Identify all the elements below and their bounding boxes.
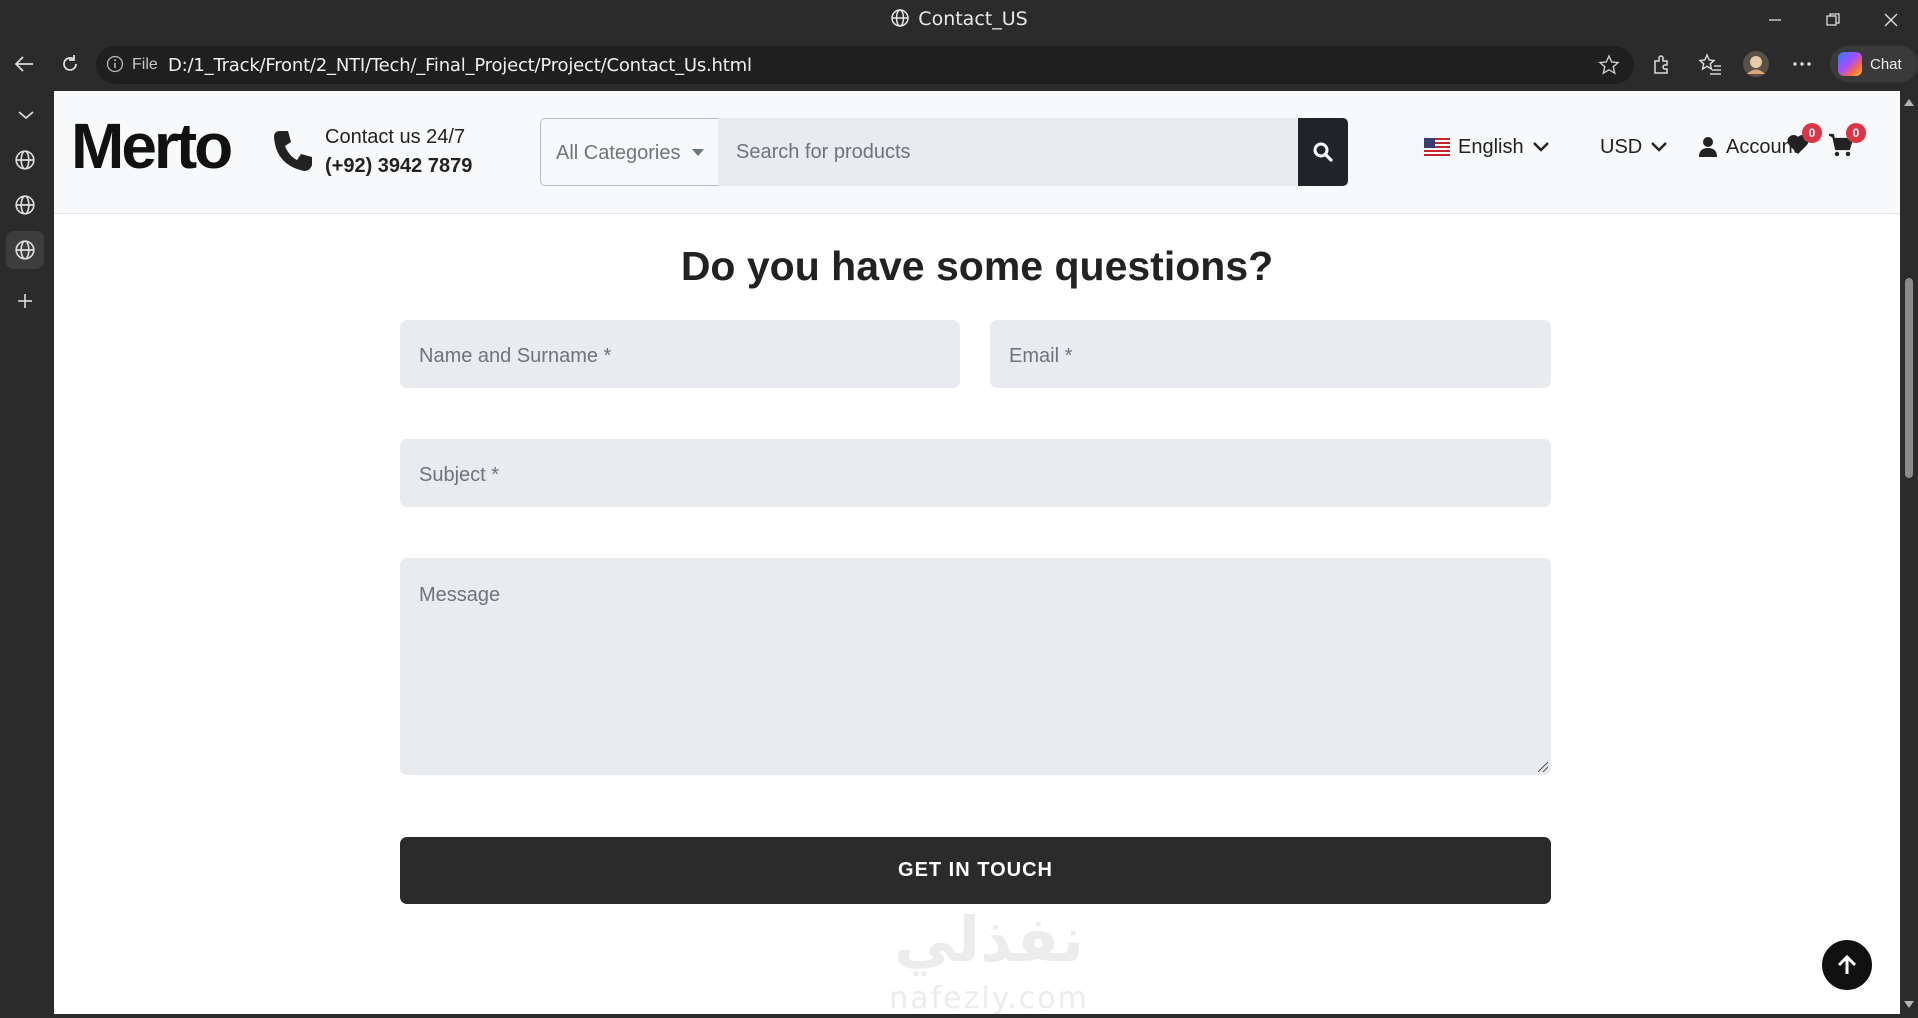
contact-label: Contact us 24/7 [325,126,466,148]
us-flag-icon [1424,138,1450,156]
profile-avatar[interactable] [1740,48,1772,80]
copilot-chat-button[interactable]: Chat [1830,46,1918,82]
globe-icon [15,195,35,215]
extensions-icon[interactable] [1646,48,1678,80]
more-icon[interactable] [1786,48,1818,80]
url-text[interactable]: D:/1_Track/Front/2_NTI/Tech/_Final_Proje… [168,55,752,76]
category-select[interactable]: All Categories [540,118,718,186]
scrollbar-thumb[interactable] [1905,278,1913,478]
watermark: نفذلي nafezly.com [849,903,1129,1014]
copilot-icon [1838,52,1862,76]
scroll-down-arrow-icon[interactable] [1904,1001,1914,1008]
watermark-latin: nafezly.com [889,981,1089,1014]
scroll-up-arrow-icon[interactable] [1904,99,1914,106]
favorites-icon[interactable] [1694,48,1726,80]
restore-button[interactable] [1818,6,1848,34]
chevron-down-icon [18,111,34,120]
contact-phone[interactable]: (+92) 3942 7879 [325,155,472,178]
account-link[interactable]: Account [1698,131,1798,163]
search-icon [1313,142,1333,162]
reload-button[interactable] [54,48,86,80]
watermark-arabic: نفذلي [894,903,1084,976]
wishlist-count-badge: 0 [1802,123,1822,143]
user-icon [1699,137,1717,157]
plus-icon [18,294,32,308]
globe-icon [15,240,35,260]
back-to-top-button[interactable] [1822,940,1872,990]
search-input[interactable]: Search for products [718,118,1298,186]
caret-down-icon [692,149,704,156]
close-window-button[interactable] [1876,6,1906,34]
globe-icon [890,8,910,33]
tab-globe-1[interactable] [6,141,44,179]
language-selector[interactable]: English [1424,131,1550,163]
arrow-up-icon [1837,954,1857,974]
minimize-button[interactable] [1760,6,1790,34]
star-icon[interactable] [1598,54,1620,81]
chevron-down-icon [1532,142,1549,152]
browser-toolbar: File D:/1_Track/Front/2_NTI/Tech/_Final_… [0,44,1918,84]
tab-globe-2[interactable] [6,186,44,224]
subject-input[interactable]: Subject * [400,439,1551,507]
message-textarea[interactable]: Message [400,558,1551,775]
address-bar[interactable]: File D:/1_Track/Front/2_NTI/Tech/_Final_… [96,46,1634,84]
get-in-touch-button[interactable]: GET IN TOUCH [400,837,1551,904]
info-icon[interactable] [106,55,124,78]
cart-count-badge: 0 [1846,123,1866,143]
new-tab-button[interactable] [6,282,44,320]
url-scheme-label: File [132,56,158,73]
tab-globe-active[interactable] [6,231,44,269]
site-logo[interactable]: Merto [71,109,233,183]
page-title: Do you have some questions? [680,243,1274,289]
vertical-tab-strip [0,92,54,1018]
currency-selector[interactable]: USD [1600,131,1668,163]
page-viewport: Merto Contact us 24/7 (+92) 3942 7879 Al… [54,91,1900,1014]
search-group: All Categories Search for products [540,118,1348,186]
page-scrollbar[interactable] [1900,91,1918,1014]
email-input[interactable]: Email * [990,320,1551,388]
window-title: Contact_US [0,8,1918,33]
collapse-tabs-button[interactable] [7,96,45,134]
reload-icon [63,55,77,71]
globe-icon [15,150,35,170]
chevron-down-icon [1651,142,1668,152]
search-button[interactable] [1298,118,1348,186]
cart-button[interactable]: 0 [1828,123,1866,162]
wishlist-button[interactable]: 0 [1786,123,1822,160]
name-input[interactable]: Name and Surname * [400,320,960,388]
browser-title-bar: Contact_US [0,0,1918,40]
back-button[interactable] [8,48,40,80]
resize-handle[interactable] [1538,762,1548,772]
back-arrow-icon [14,56,33,72]
site-header: Merto Contact us 24/7 (+92) 3942 7879 Al… [54,91,1900,214]
phone-icon [272,129,312,178]
